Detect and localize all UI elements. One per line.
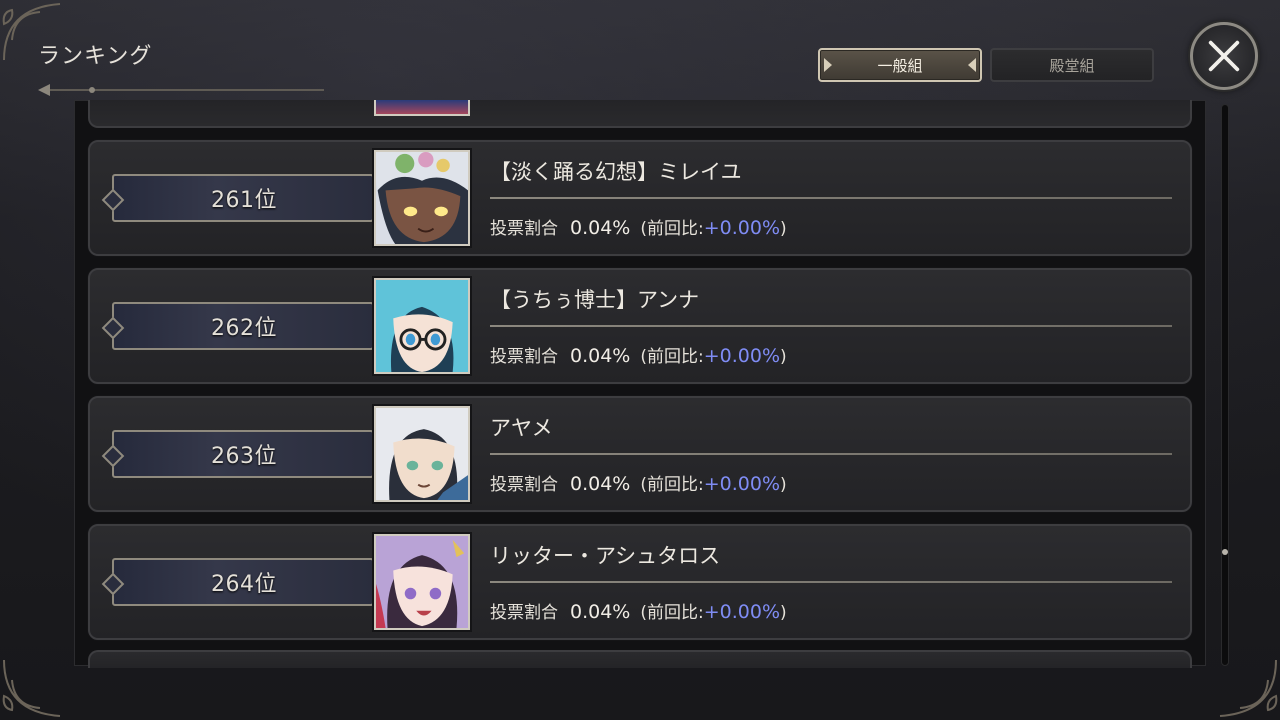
list-item-partial — [88, 650, 1192, 668]
close-button[interactable] — [1190, 22, 1258, 90]
vote-stat: 投票割合 0.04% (前回比: +0.00% ) — [490, 342, 787, 367]
ranking-screen: ランキング 一般組 殿堂組 261位 【淡く踊る幻想】ミレイユ 投票割合 0.0… — [0, 0, 1280, 720]
vote-delta-value: +0.00% — [703, 601, 781, 623]
tab-general-label: 一般組 — [877, 56, 923, 75]
page-title: ランキング — [38, 44, 153, 69]
prev-compare-close: ) — [780, 603, 787, 623]
vote-share-value: 0.04% — [570, 473, 631, 495]
prev-compare-label: (前回比: — [640, 347, 704, 367]
vote-share-value: 0.04% — [570, 345, 631, 367]
list-item[interactable]: 261位 【淡く踊る幻想】ミレイユ 投票割合 0.04% (前回比: +0.00… — [88, 140, 1192, 256]
vote-share-value: 0.04% — [570, 601, 631, 623]
vote-share-label: 投票割合 — [490, 219, 558, 239]
character-portrait-icon[interactable] — [374, 406, 470, 502]
rank-plate: 264位 — [112, 558, 374, 606]
list-item[interactable]: 262位 【うちぅ博士】アンナ 投票割合 0.04% (前回比: +0.00% … — [88, 268, 1192, 384]
scrollbar-track[interactable] — [1221, 104, 1229, 666]
character-name: リッター・アシュタロス — [490, 544, 721, 568]
row-divider — [490, 197, 1172, 199]
tab-general-group[interactable]: 一般組 — [818, 48, 982, 82]
prev-compare-close: ) — [780, 219, 787, 239]
tab-hall-label: 殿堂組 — [1049, 56, 1095, 75]
prev-compare-close: ) — [780, 475, 787, 495]
tab-hall-of-fame-group[interactable]: 殿堂組 — [990, 48, 1154, 82]
vote-stat: 投票割合 0.04% (前回比: +0.00% ) — [490, 470, 787, 495]
character-name: 【淡く踊る幻想】ミレイユ — [490, 160, 742, 184]
prev-compare-close: ) — [780, 347, 787, 367]
character-portrait-icon — [374, 100, 470, 116]
vote-stat: 投票割合 0.04% (前回比: +0.00% ) — [490, 214, 787, 239]
list-item-partial — [88, 100, 1192, 128]
vote-share-value: 0.04% — [570, 217, 631, 239]
corner-ornament-icon — [0, 650, 70, 720]
rank-plate: 261位 — [112, 174, 374, 222]
arrow-right-icon — [968, 58, 976, 72]
rank-label: 264位 — [211, 572, 277, 597]
character-portrait-icon[interactable] — [374, 150, 470, 246]
vote-share-label: 投票割合 — [490, 603, 558, 623]
title-divider — [36, 80, 326, 100]
close-icon — [1208, 40, 1240, 72]
scrollbar-thumb[interactable] — [1222, 549, 1228, 555]
rank-label: 261位 — [211, 188, 277, 213]
arrow-left-icon — [824, 58, 832, 72]
prev-compare-label: (前回比: — [640, 219, 704, 239]
character-name: 【うちぅ博士】アンナ — [490, 288, 700, 312]
vote-share-label: 投票割合 — [490, 347, 558, 367]
character-portrait-icon[interactable] — [374, 534, 470, 630]
row-divider — [490, 453, 1172, 455]
rank-plate: 262位 — [112, 302, 374, 350]
rank-label: 262位 — [211, 316, 277, 341]
character-portrait-icon[interactable] — [374, 278, 470, 374]
vote-delta-value: +0.00% — [703, 345, 781, 367]
list-item[interactable]: 263位 アヤメ 投票割合 0.04% (前回比: +0.00% ) — [88, 396, 1192, 512]
prev-compare-label: (前回比: — [640, 603, 704, 623]
vote-delta-value: +0.00% — [703, 473, 781, 495]
vote-share-label: 投票割合 — [490, 475, 558, 495]
rank-label: 263位 — [211, 444, 277, 469]
row-divider — [490, 325, 1172, 327]
character-name: アヤメ — [490, 416, 553, 440]
vote-stat: 投票割合 0.04% (前回比: +0.00% ) — [490, 598, 787, 623]
vote-delta-value: +0.00% — [703, 217, 781, 239]
list-item[interactable]: 264位 リッター・アシュタロス 投票割合 0.04% (前回比: +0.00%… — [88, 524, 1192, 640]
prev-compare-label: (前回比: — [640, 475, 704, 495]
row-divider — [490, 581, 1172, 583]
rank-plate: 263位 — [112, 430, 374, 478]
